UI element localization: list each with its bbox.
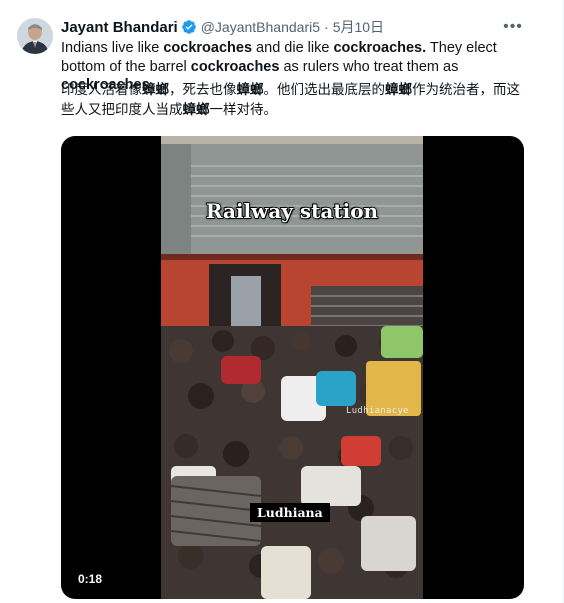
text-segment: 印度人活着像 xyxy=(61,82,142,97)
avatar-photo xyxy=(17,18,53,54)
keyword-bold: 蟑螂 xyxy=(142,82,169,97)
keyword-bold: cockroaches xyxy=(163,40,253,56)
tweet-text-chinese: 印度人活着像蟑螂，死去也像蟑螂。他们选出最底层的蟑螂作为统治者，而这些人又把印度… xyxy=(61,80,531,120)
text-segment: ，死去也像 xyxy=(169,82,237,97)
keyword-bold: cockroaches xyxy=(190,58,280,75)
verified-badge-icon xyxy=(181,19,197,35)
keyword-bold: 蟑螂 xyxy=(236,82,264,97)
more-horizontal-icon[interactable]: ••• xyxy=(503,17,523,37)
text-segment: and die like xyxy=(252,40,334,56)
keyword-bold: 蟑螂 xyxy=(385,82,412,97)
text-segment: Indians live like xyxy=(61,40,164,56)
tweet-header: Jayant Bhandari @JayantBhandari5 · 5月10日 xyxy=(61,17,384,37)
author-name[interactable]: Jayant Bhandari xyxy=(61,19,178,36)
tweet-date[interactable]: 5月10日 xyxy=(333,17,384,37)
separator-dot: · xyxy=(324,19,329,35)
video-watermark: Ludhianacye xyxy=(346,406,409,416)
text-segment: 。他们选出最底层的 xyxy=(263,82,386,97)
video-timestamp: 0:18 xyxy=(78,572,103,586)
avatar[interactable] xyxy=(17,18,53,54)
video-player[interactable]: Railway station Ludhianacye Ludhiana 0:1… xyxy=(61,136,524,599)
text-segment: as rulers who treat them as xyxy=(279,58,459,75)
video-city-label: Ludhiana xyxy=(250,503,330,522)
video-overlay-title: Railway station xyxy=(205,198,379,224)
keyword-bold: cockroaches. xyxy=(333,40,427,56)
tweet-card[interactable]: Jayant Bhandari @JayantBhandari5 · 5月10日… xyxy=(0,0,564,603)
text-segment: 一样对待。 xyxy=(209,102,278,117)
author-handle[interactable]: @JayantBhandari5 xyxy=(201,19,320,35)
keyword-bold: 蟑螂 xyxy=(182,102,210,117)
video-frame[interactable]: Railway station Ludhianacye Ludhiana xyxy=(161,136,423,599)
